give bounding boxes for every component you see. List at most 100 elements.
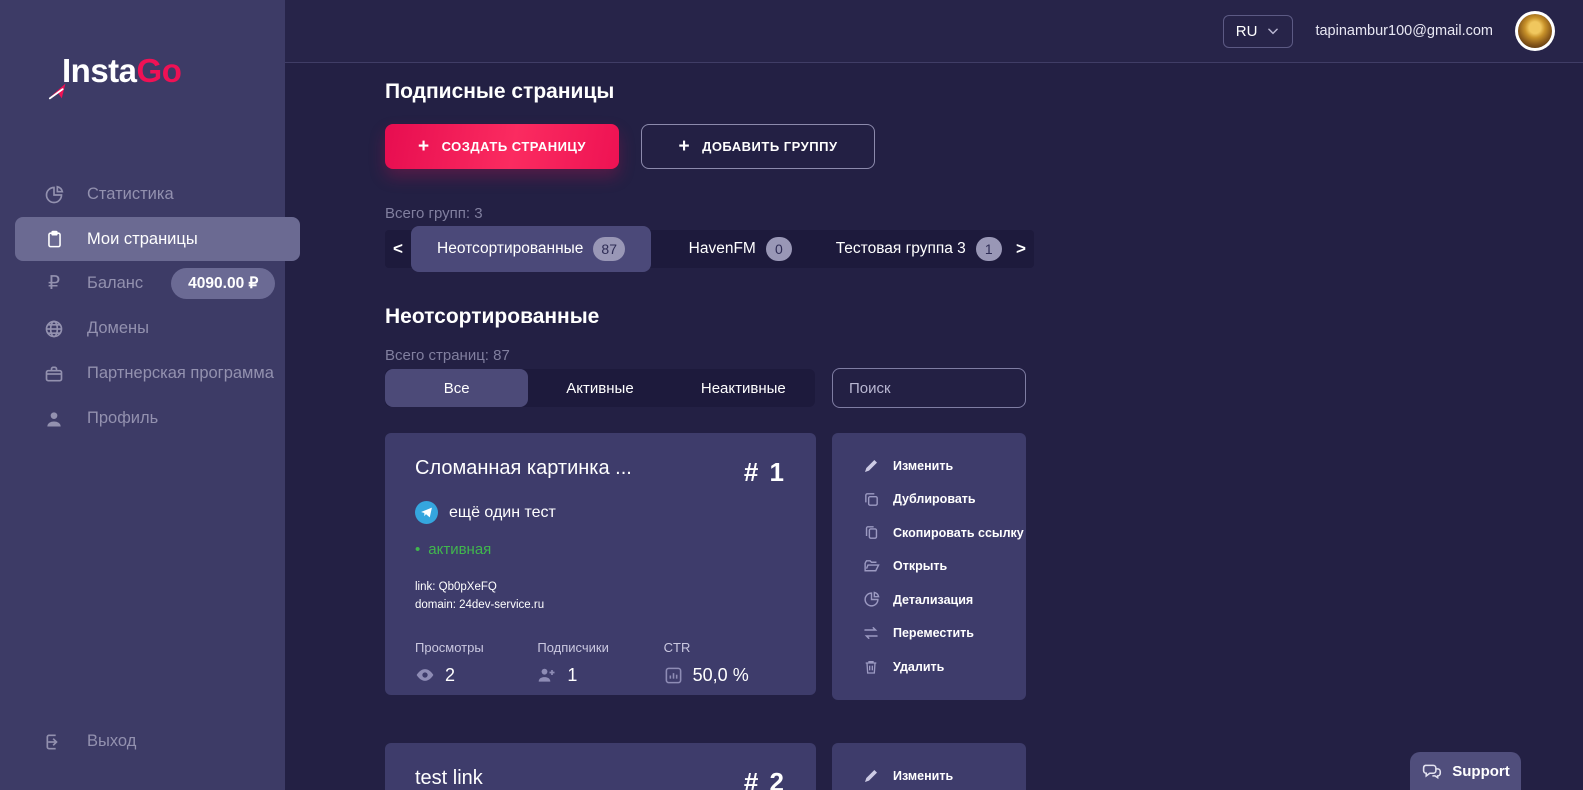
card-header: test link # 2 (385, 767, 816, 790)
status-row: • активная (385, 541, 816, 558)
pie-chart-icon (43, 185, 65, 205)
clipboard-icon (43, 230, 65, 249)
card-title: Сломанная картинка ... (415, 457, 632, 479)
support-button[interactable]: Support (1410, 752, 1521, 790)
pencil-icon (862, 768, 880, 784)
sidebar-item-my-pages[interactable]: Мои страницы (15, 217, 300, 261)
group-tab-label: Тестовая группа 3 (835, 240, 966, 257)
card-action-menu: Изменить Дублировать Скопировать ссылку (832, 433, 1026, 700)
sidebar-item-label: Статистика (87, 185, 174, 203)
sidebar-item-balance[interactable]: ₽ Баланс 4090.00 ₽ (0, 261, 285, 306)
sidebar-item-profile[interactable]: Профиль (0, 396, 285, 441)
create-page-label: СОЗДАТЬ СТРАНИЦУ (441, 139, 587, 154)
copy-icon (862, 524, 880, 541)
filter-tab-active[interactable]: Активные (528, 369, 671, 407)
stat-subscribers: Подписчики 1 (537, 640, 663, 686)
action-edit[interactable]: Изменить (862, 449, 1026, 483)
sidebar-item-label: Баланс (87, 274, 144, 292)
chat-icon (1421, 761, 1442, 782)
stat-label: Просмотры (415, 639, 484, 655)
filter-tabs: Все Активные Неактивные (385, 369, 815, 407)
support-label: Support (1452, 762, 1510, 780)
add-group-button[interactable]: + ДОБАВИТЬ ГРУППУ (641, 124, 875, 169)
filter-tab-all[interactable]: Все (385, 369, 529, 407)
action-label: Дублировать (893, 492, 976, 507)
toolbar: + СОЗДАТЬ СТРАНИЦУ + ДОБАВИТЬ ГРУППУ (385, 124, 875, 169)
action-label: Изменить (893, 458, 954, 473)
logout-button[interactable]: Выход (0, 719, 285, 764)
action-copy-link[interactable]: Скопировать ссылку (862, 516, 1026, 550)
sidebar-item-label: Мои страницы (87, 229, 198, 248)
briefcase-icon (43, 364, 65, 384)
action-duplicate[interactable]: Дублировать (862, 483, 1026, 517)
stat-label: Подписчики (537, 639, 609, 655)
add-group-label: ДОБАВИТЬ ГРУППУ (702, 139, 838, 154)
chevron-down-icon (1266, 24, 1280, 38)
language-selector[interactable]: RU (1222, 14, 1294, 48)
action-move[interactable]: Переместить (862, 617, 1026, 651)
plus-icon: + (678, 136, 691, 157)
group-tab-label: Неотсортированные (437, 240, 584, 257)
pie-chart-icon (862, 591, 880, 608)
group-tab-test-group-3[interactable]: Тестовая группа 3 1 (830, 230, 1009, 268)
language-value: RU (1235, 22, 1258, 40)
sidebar-item-partner-program[interactable]: Партнерская программа (0, 351, 285, 396)
stat-value: 1 (567, 664, 578, 685)
app-logo: InstaGo (48, 52, 285, 112)
user-icon (43, 409, 65, 429)
status-dot: • (415, 541, 421, 558)
action-label: Удалить (893, 659, 945, 674)
stat-value: 2 (445, 664, 456, 685)
stat-ctr: CTR 50,0 % (664, 640, 786, 686)
action-edit[interactable]: Изменить (862, 759, 1026, 790)
sidebar-item-label: Партнерская программа (87, 364, 274, 382)
card-stats: Просмотры 2 Подписчики 1 CTR 50,0 % (385, 640, 816, 686)
app-window: RU tapinambur100@gmail.com InstaGo Стати… (0, 0, 1583, 790)
sidebar-item-statistics[interactable]: Статистика (0, 172, 285, 217)
card-number: # 1 (743, 457, 786, 487)
ruble-icon: ₽ (47, 273, 61, 294)
sidebar-item-domains[interactable]: Домены (0, 306, 285, 351)
search-input[interactable] (832, 368, 1026, 408)
plus-icon: + (417, 136, 430, 157)
sidebar-item-label: Домены (87, 319, 150, 337)
telegram-icon (415, 501, 438, 524)
action-label: Переместить (893, 626, 974, 641)
channel-row: ещё один тест (385, 501, 816, 524)
card-domain: domain: 24dev-service.ru (415, 598, 545, 611)
group-tab-unsorted[interactable]: Неотсортированные 87 (411, 226, 651, 272)
stat-views: Просмотры 2 (415, 640, 537, 686)
main-content: Подписные страницы + СОЗДАТЬ СТРАНИЦУ + … (285, 64, 1583, 790)
next-group-button[interactable]: > (1008, 239, 1034, 259)
eye-icon (415, 665, 435, 685)
pencil-icon (862, 458, 880, 474)
group-count-badge: 1 (975, 237, 1002, 261)
group-count-badge: 87 (593, 237, 625, 261)
filter-tab-inactive[interactable]: Неактивные (672, 369, 815, 407)
action-details[interactable]: Детализация (862, 583, 1026, 617)
action-label: Детализация (893, 592, 974, 607)
group-tab-label: HavenFM (688, 240, 756, 257)
page-card: Сломанная картинка ... # 1 ещё один тест… (385, 433, 816, 695)
channel-name: ещё один тест (449, 503, 556, 521)
status-badge: активная (428, 541, 492, 558)
action-delete[interactable]: Удалить (862, 650, 1026, 684)
action-label: Изменить (893, 768, 954, 783)
prev-group-button[interactable]: < (385, 239, 411, 259)
pages-total: Всего страниц: 87 (385, 347, 510, 364)
create-page-button[interactable]: + СОЗДАТЬ СТРАНИЦУ (385, 124, 619, 169)
action-open[interactable]: Открыть (862, 550, 1026, 584)
card-number: # 2 (743, 767, 786, 790)
sidebar: InstaGo Статистика Мои страницы ₽ Баланс… (0, 0, 300, 790)
swap-arrows-icon (862, 624, 880, 642)
page-title: Подписные страницы (385, 80, 615, 103)
section-title: Неотсортированные (385, 305, 600, 328)
action-label: Открыть (893, 559, 948, 574)
top-bar: RU tapinambur100@gmail.com (285, 0, 1583, 63)
group-tab-havenfm[interactable]: HavenFM 0 (651, 230, 830, 268)
card-links: link: Qb0pXeFQ domain: 24dev-service.ru (385, 579, 816, 615)
user-email: tapinambur100@gmail.com (1315, 23, 1493, 39)
stat-label: CTR (663, 639, 691, 655)
card-title: test link (415, 767, 483, 789)
avatar[interactable] (1515, 11, 1555, 51)
